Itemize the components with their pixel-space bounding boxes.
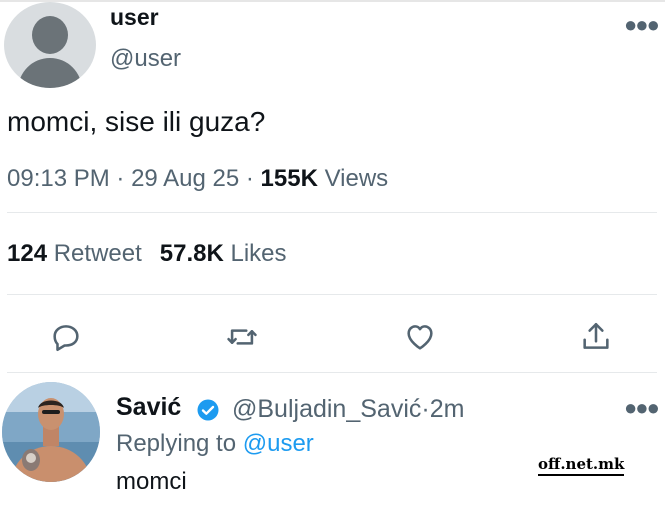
reply-age[interactable]: 2m <box>430 395 465 423</box>
tweet-date[interactable]: 29 Aug 25 <box>131 165 239 192</box>
share-icon[interactable] <box>579 320 613 354</box>
meta-separator: · <box>245 165 254 192</box>
likes-count: 57.8K <box>159 240 224 267</box>
reply-icon[interactable] <box>49 320 83 354</box>
divider <box>7 212 657 213</box>
likes-label: Likes <box>230 240 287 267</box>
avatar-body-shape <box>18 58 82 88</box>
more-icon[interactable]: ●●● <box>624 395 660 421</box>
tweet-username[interactable]: user <box>110 4 159 31</box>
tweet-time[interactable]: 09:13 PM <box>7 165 110 192</box>
top-border <box>0 0 665 2</box>
watermark: off.net.mk <box>538 455 625 476</box>
replying-to-line: Replying to @user <box>116 430 314 458</box>
tweet-meta: 09:13 PM · 29 Aug 25 · 155K Views <box>7 165 388 193</box>
reply-display-name[interactable]: Savić <box>116 393 181 422</box>
reply-handle-line: @Buljadin_Savić·2m <box>232 395 464 424</box>
retweets-stat[interactable]: 124 Retweet <box>7 240 142 267</box>
reply-avatar[interactable] <box>2 382 100 482</box>
reply-text: momci <box>116 468 187 495</box>
default-avatar[interactable] <box>4 2 96 88</box>
likes-stat[interactable]: 57.8K Likes <box>160 240 287 267</box>
avatar-head-shape <box>32 16 68 54</box>
views-label: Views <box>324 165 389 192</box>
divider <box>7 372 657 373</box>
engagement-stats: 124 Retweet 57.8K Likes <box>7 240 287 268</box>
divider <box>7 294 657 295</box>
more-icon[interactable]: ●●● <box>624 12 660 38</box>
like-icon[interactable] <box>403 320 437 354</box>
replying-prefix: Replying to <box>116 430 237 457</box>
retweets-count: 124 <box>7 240 48 267</box>
tweet-text: momci, sise ili guza? <box>7 106 266 137</box>
retweet-icon[interactable] <box>225 320 259 354</box>
verified-badge-icon <box>196 398 220 422</box>
reply-separator: · <box>421 395 430 423</box>
replying-mention-link[interactable]: @user <box>243 430 314 457</box>
retweets-label: Retweet <box>53 240 142 267</box>
tweet-handle[interactable]: @user <box>110 45 181 73</box>
views-count: 155K <box>260 165 318 192</box>
meta-separator: · <box>116 165 125 192</box>
reply-handle[interactable]: @Buljadin_Savić <box>232 395 421 423</box>
